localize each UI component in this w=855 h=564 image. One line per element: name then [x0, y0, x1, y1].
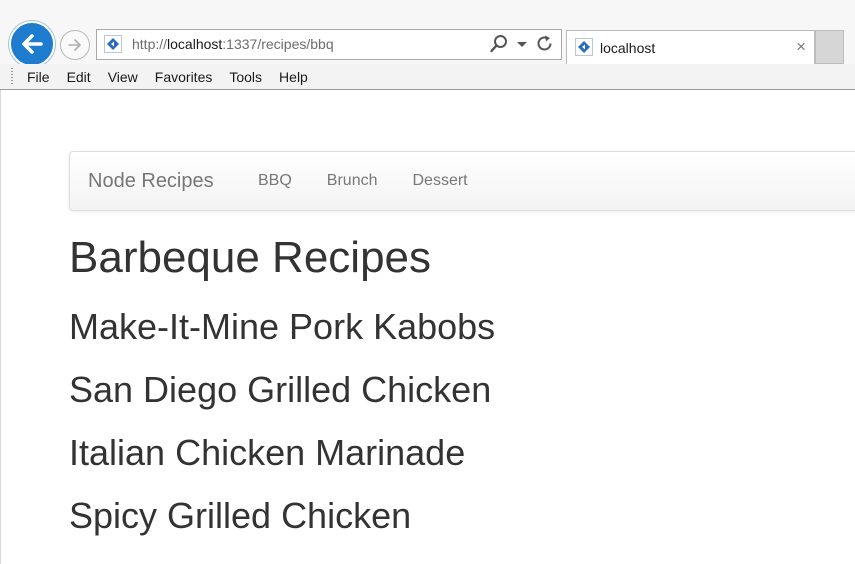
recipe-item: Italian Chicken Marinade — [69, 432, 466, 473]
close-icon[interactable]: × — [796, 37, 806, 57]
recipe-item: Make-It-Mine Pork Kabobs — [69, 306, 496, 347]
page-viewport: Node Recipes BBQ Brunch Dessert Barbeque… — [0, 90, 855, 564]
site-favicon-icon — [575, 38, 593, 56]
nav-link-bbq[interactable]: BBQ — [258, 172, 292, 190]
menu-tools[interactable]: Tools — [220, 64, 270, 90]
back-button[interactable] — [9, 21, 55, 67]
address-bar[interactable]: http://localhost:1337/recipes/bbq — [96, 29, 562, 60]
site-favicon-icon — [104, 35, 122, 53]
refresh-icon[interactable] — [535, 34, 555, 59]
browser-toolbar: http://localhost:1337/recipes/bbq localh… — [0, 0, 855, 67]
address-url: http://localhost:1337/recipes/bbq — [132, 36, 334, 52]
forward-arrow-icon — [68, 39, 81, 51]
site-navbar: Node Recipes BBQ Brunch Dessert — [69, 151, 855, 211]
dropdown-icon[interactable] — [517, 34, 527, 59]
page-title: Barbeque Recipes — [69, 233, 432, 282]
menu-edit[interactable]: Edit — [58, 64, 99, 90]
search-icon[interactable] — [489, 34, 509, 59]
menu-bar: File Edit View Favorites Tools Help — [0, 64, 855, 90]
browser-tab[interactable]: localhost × — [566, 30, 815, 64]
menu-view[interactable]: View — [99, 64, 146, 90]
nav-link-brunch[interactable]: Brunch — [327, 172, 378, 190]
recipe-item: Spicy Grilled Chicken — [69, 495, 412, 536]
nav-link-dessert[interactable]: Dessert — [413, 172, 468, 190]
menu-file[interactable]: File — [18, 64, 58, 90]
menu-favorites[interactable]: Favorites — [146, 64, 221, 90]
back-arrow-icon — [22, 34, 43, 54]
forward-button[interactable] — [60, 30, 90, 60]
recipe-item: San Diego Grilled Chicken — [69, 369, 492, 410]
menu-grip — [11, 68, 13, 86]
new-tab-button[interactable] — [815, 30, 844, 64]
navbar-brand[interactable]: Node Recipes — [88, 170, 214, 193]
tab-title: localhost — [600, 40, 656, 56]
recipe-list: Make-It-Mine Pork Kabobs San Diego Grill… — [69, 306, 495, 558]
menu-help[interactable]: Help — [270, 64, 316, 90]
